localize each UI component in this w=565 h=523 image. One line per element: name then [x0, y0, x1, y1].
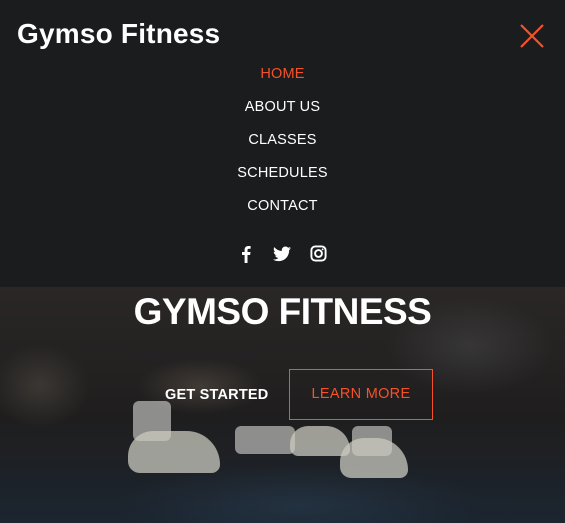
- get-started-button[interactable]: GET STARTED: [165, 387, 268, 403]
- menu-link-schedules[interactable]: SCHEDULES: [237, 165, 327, 181]
- menu-item-contact: CONTACT: [0, 196, 565, 229]
- menu-item-about-us: ABOUT US: [0, 97, 565, 130]
- menu-link-classes[interactable]: CLASSES: [248, 132, 316, 148]
- menu-item-home: HOME: [0, 64, 565, 97]
- menu-link-contact[interactable]: CONTACT: [247, 198, 317, 214]
- social-links: [238, 245, 327, 268]
- menu-link-home[interactable]: HOME: [260, 66, 304, 82]
- instagram-icon[interactable]: [310, 245, 327, 267]
- menu-item-classes: CLASSES: [0, 130, 565, 163]
- facebook-icon[interactable]: [238, 245, 254, 268]
- menu-item-schedules: SCHEDULES: [0, 163, 565, 196]
- main-menu: HOME ABOUT US CLASSES SCHEDULES CONTACT: [0, 64, 565, 229]
- twitter-icon[interactable]: [273, 246, 291, 267]
- close-menu-button[interactable]: [518, 22, 546, 50]
- hero-title: GYMSO FITNESS: [133, 291, 432, 332]
- menu-link-about-us[interactable]: ABOUT US: [245, 99, 320, 115]
- brand-logo[interactable]: Gymso Fitness: [17, 18, 220, 50]
- close-icon: [520, 24, 544, 48]
- learn-more-button[interactable]: LEARN MORE: [289, 369, 433, 420]
